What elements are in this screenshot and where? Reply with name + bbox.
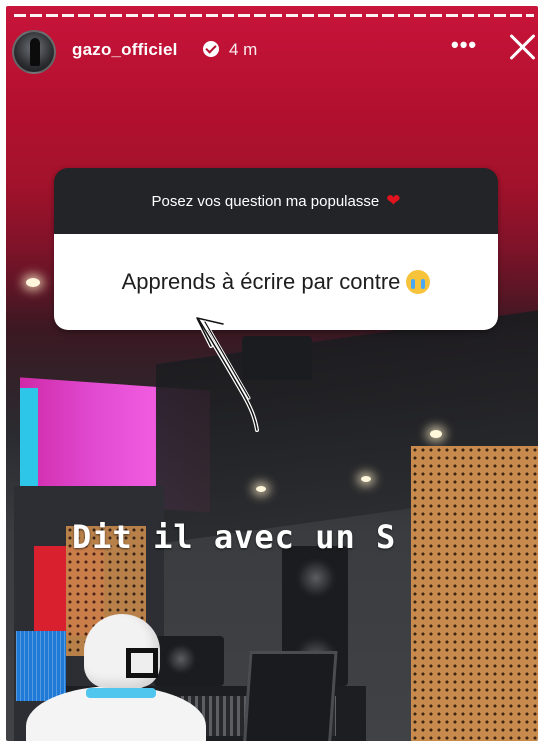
computer-monitor xyxy=(16,631,66,701)
heart-emoji-icon: ❤ xyxy=(386,191,401,210)
ceiling-light xyxy=(430,430,442,438)
question-prompt: Posez vos question ma populasse xyxy=(151,192,380,210)
crying-face-emoji-icon xyxy=(406,270,431,294)
story-progress-bar xyxy=(14,14,534,17)
hand-drawn-arrow-icon xyxy=(195,316,259,432)
speaker-cone xyxy=(164,642,198,676)
question-sticker[interactable]: Posez vos question ma populasse ❤ Appren… xyxy=(54,168,498,330)
question-sticker-body: Apprends à écrire par contre xyxy=(54,234,498,330)
question-sticker-header: Posez vos question ma populasse ❤ xyxy=(54,168,498,234)
acoustic-panel-right xyxy=(411,446,538,741)
beanie-logo xyxy=(131,653,153,673)
story-timestamp: 4 m xyxy=(229,40,258,59)
ceiling-light xyxy=(26,278,40,287)
story-username[interactable]: gazo_officiel xyxy=(72,40,178,60)
person-collar xyxy=(86,688,156,698)
ceiling-light xyxy=(256,486,266,492)
verified-badge-icon xyxy=(203,41,219,57)
ceiling-light xyxy=(361,476,371,482)
speaker-cone xyxy=(294,556,338,600)
story-text-overlay: Dit il avec un S xyxy=(72,518,397,556)
avatar-figure xyxy=(30,38,40,66)
close-icon[interactable] xyxy=(505,30,539,64)
question-answer: Apprends à écrire par contre xyxy=(121,269,401,294)
laptop xyxy=(242,651,338,741)
more-options-button[interactable]: ••• xyxy=(451,32,477,58)
